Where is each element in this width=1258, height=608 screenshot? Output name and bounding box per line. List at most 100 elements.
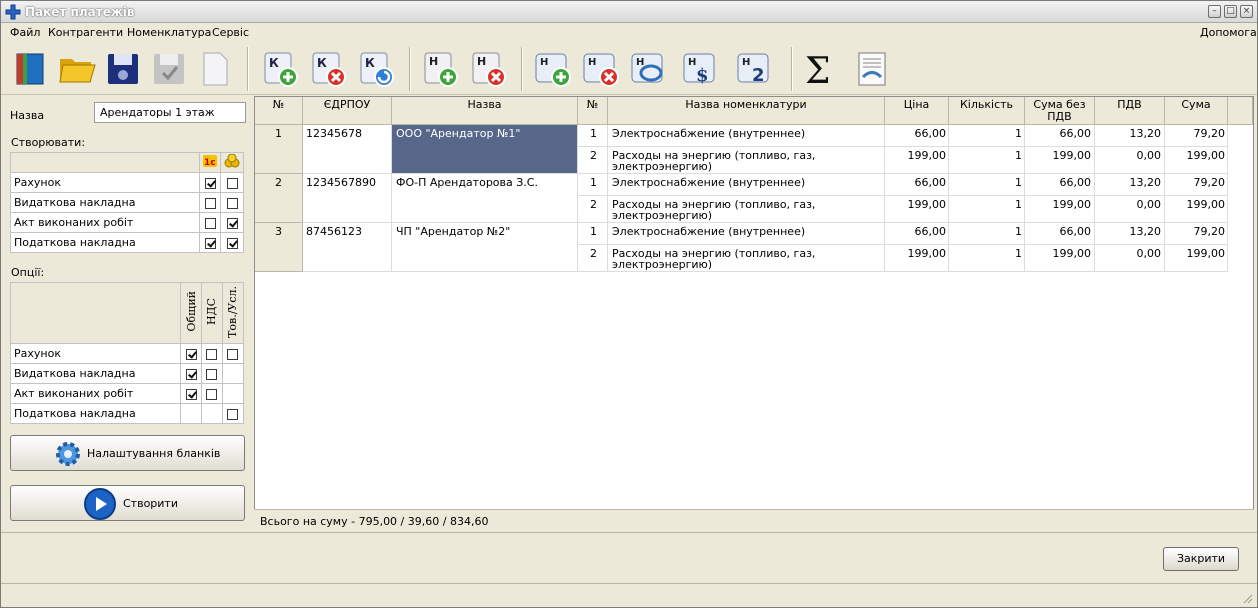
create-1c-checkbox[interactable] — [204, 217, 216, 229]
h-add-icon[interactable]: Н — [533, 49, 573, 89]
item-pos: 2 — [590, 149, 597, 162]
h-count-icon[interactable]: Н2 — [735, 49, 775, 89]
menu-contractors[interactable]: Контрагенти — [48, 26, 123, 39]
item-price[interactable]: 199,00 — [885, 199, 947, 210]
item-sum-no-vat[interactable]: 199,00 — [1025, 199, 1092, 210]
item-sum[interactable]: 199,00 — [1165, 248, 1226, 259]
blank-settings-button[interactable]: Налаштування бланків — [10, 435, 245, 471]
item-sum[interactable]: 79,20 — [1165, 177, 1226, 188]
col-header-nomen[interactable]: Назва номенклатури — [608, 97, 885, 125]
item-price[interactable]: 66,00 — [885, 128, 947, 139]
item-qty[interactable]: 1 — [949, 248, 1022, 259]
item-vat[interactable]: 0,00 — [1095, 199, 1162, 210]
item-qty[interactable]: 1 — [949, 199, 1022, 210]
save-disabled-icon[interactable] — [149, 49, 189, 89]
item-sum[interactable]: 199,00 — [1165, 150, 1226, 161]
item-sum-no-vat[interactable]: 66,00 — [1025, 177, 1092, 188]
create-coins-checkbox[interactable] — [226, 237, 238, 249]
create-1c-checkbox[interactable] — [204, 237, 216, 249]
col-header-edrpou[interactable]: ЄДРПОУ — [303, 97, 392, 125]
item-sum-no-vat[interactable]: 66,00 — [1025, 226, 1092, 237]
k-refresh-icon[interactable]: К — [357, 49, 397, 89]
close-window-button[interactable]: × — [1240, 5, 1253, 18]
options-row: Податкова накладна — [9, 403, 245, 424]
col-header-sum[interactable]: Сума — [1165, 97, 1228, 125]
contractor-name-cell[interactable]: ООО "Арендатор №1" — [396, 128, 520, 139]
item-vat[interactable]: 0,00 — [1095, 248, 1162, 259]
k-add-icon[interactable]: К — [261, 49, 301, 89]
menu-nomenclature[interactable]: Номенклатура — [127, 26, 211, 39]
sigma-icon[interactable]: Σ — [801, 49, 841, 89]
resize-grip-icon[interactable] — [1241, 592, 1253, 604]
edrpou-cell[interactable]: 12345678 — [306, 128, 362, 139]
create-coins-checkbox[interactable] — [226, 197, 238, 209]
titlebar[interactable]: Пакет платежів – □ × — [1, 1, 1257, 23]
contractor-name-cell[interactable]: ЧП "Арендатор №2" — [396, 226, 510, 237]
item-qty[interactable]: 1 — [949, 226, 1022, 237]
close-button[interactable]: Закрити — [1163, 547, 1239, 571]
item-qty[interactable]: 1 — [949, 150, 1022, 161]
item-sum[interactable]: 79,20 — [1165, 226, 1226, 237]
create-1c-checkbox[interactable] — [204, 197, 216, 209]
item-sum[interactable]: 199,00 — [1165, 199, 1226, 210]
item-nomenclature[interactable]: Электроснабжение (внутреннее) — [612, 226, 805, 237]
item-nomenclature[interactable]: Электроснабжение (внутреннее) — [612, 177, 805, 188]
h-swap-icon[interactable]: Н — [629, 49, 669, 89]
menu-file[interactable]: Файл — [10, 26, 40, 39]
edrpou-cell[interactable]: 1234567890 — [306, 177, 376, 188]
item-sum[interactable]: 79,20 — [1165, 128, 1226, 139]
menu-help[interactable]: Допомога — [1200, 26, 1257, 39]
create-button[interactable]: Створити — [10, 485, 245, 521]
col-header-sum-no-vat[interactable]: Сума без ПДВ — [1025, 97, 1095, 125]
item-price[interactable]: 199,00 — [885, 150, 947, 161]
item-nomenclature[interactable]: Электроснабжение (внутреннее) — [612, 128, 805, 139]
col-header-price[interactable]: Ціна — [885, 97, 949, 125]
options-general-checkbox[interactable] — [185, 348, 197, 360]
k-delete-icon[interactable]: К — [309, 49, 349, 89]
col-header-qty[interactable]: Кількість — [949, 97, 1025, 125]
payments-grid[interactable]: № ЄДРПОУ Назва № Назва номенклатури Ціна… — [254, 96, 1254, 531]
name-input[interactable]: Арендаторы 1 этаж — [94, 102, 246, 123]
item-price[interactable]: 66,00 — [885, 177, 947, 188]
h-price-icon[interactable]: Н$ — [681, 49, 721, 89]
edrpou-cell[interactable]: 87456123 — [306, 226, 362, 237]
options-vat-checkbox[interactable] — [206, 368, 218, 380]
item-vat[interactable]: 13,20 — [1095, 177, 1162, 188]
item-qty[interactable]: 1 — [949, 177, 1022, 188]
item-sum-no-vat[interactable]: 66,00 — [1025, 128, 1092, 139]
col-header-pos[interactable]: № — [578, 97, 608, 125]
col-header-num[interactable]: № — [255, 97, 303, 125]
col-header-name[interactable]: Назва — [392, 97, 578, 125]
minimize-button[interactable]: – — [1208, 5, 1221, 18]
menu-service[interactable]: Сервіс — [212, 26, 249, 39]
item-sum-no-vat[interactable]: 199,00 — [1025, 248, 1092, 259]
item-vat[interactable]: 13,20 — [1095, 128, 1162, 139]
save-disk-icon[interactable] — [103, 49, 143, 89]
blank-page-icon[interactable] — [195, 49, 235, 89]
n-add-icon[interactable]: Н — [421, 49, 461, 89]
h-delete-icon[interactable]: Н — [581, 49, 621, 89]
book-icon[interactable] — [11, 49, 51, 89]
handshake-document-icon[interactable] — [853, 49, 893, 89]
options-goods-checkbox[interactable] — [227, 408, 239, 420]
item-sum-no-vat[interactable]: 199,00 — [1025, 150, 1092, 161]
create-1c-checkbox[interactable] — [204, 177, 216, 189]
item-qty[interactable]: 1 — [949, 128, 1022, 139]
options-vat-checkbox[interactable] — [206, 348, 218, 360]
options-vat-checkbox[interactable] — [206, 388, 218, 400]
contractor-name-cell[interactable]: ФО-П Арендаторова З.С. — [396, 177, 538, 188]
item-vat[interactable]: 13,20 — [1095, 226, 1162, 237]
folder-open-icon[interactable] — [57, 49, 97, 89]
svg-text:Н: Н — [742, 57, 750, 68]
col-header-vat[interactable]: ПДВ — [1095, 97, 1165, 125]
n-delete-icon[interactable]: Н — [469, 49, 509, 89]
options-goods-checkbox[interactable] — [227, 348, 239, 360]
options-general-checkbox[interactable] — [185, 388, 197, 400]
maximize-button[interactable]: □ — [1224, 5, 1237, 18]
item-price[interactable]: 199,00 — [885, 248, 947, 259]
item-price[interactable]: 66,00 — [885, 226, 947, 237]
item-vat[interactable]: 0,00 — [1095, 150, 1162, 161]
create-coins-checkbox[interactable] — [226, 217, 238, 229]
create-coins-checkbox[interactable] — [226, 177, 238, 189]
options-general-checkbox[interactable] — [185, 368, 197, 380]
